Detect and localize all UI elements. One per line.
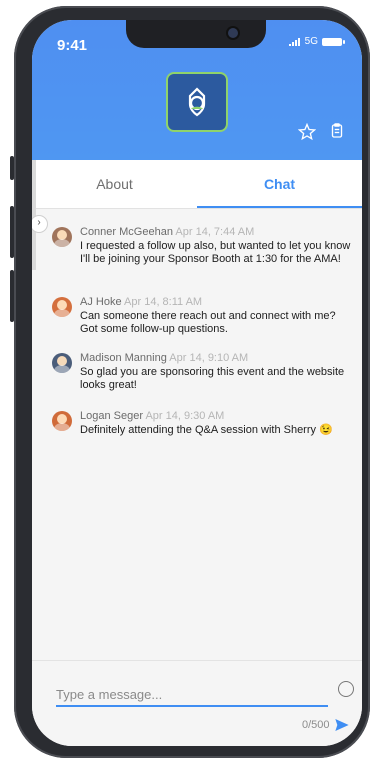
avatar [52, 353, 72, 373]
chat-message: Logan Seger Apr 14, 9:30 AM Definitely a… [52, 410, 352, 437]
status-indicators: 5G [288, 36, 345, 47]
message-input[interactable]: Type a message... [56, 685, 328, 707]
star-icon[interactable] [298, 123, 316, 141]
signal-icon [288, 37, 301, 46]
volume-down-button [10, 270, 14, 322]
chevron-right-icon[interactable]: › [32, 215, 48, 233]
tab-bar: About Chat [32, 160, 362, 209]
volume-up-button [10, 206, 14, 258]
app-header: 9:41 5G [32, 20, 362, 160]
app-logo [166, 72, 228, 132]
sender-name: Conner McGeehan [80, 226, 173, 238]
tab-about[interactable]: About [32, 160, 197, 208]
battery-icon [322, 37, 345, 46]
message-time: Apr 14, 9:30 AM [145, 410, 225, 422]
message-meta: Logan Seger Apr 14, 9:30 AM [80, 410, 333, 423]
chat-message: Madison Manning Apr 14, 9:10 AM So glad … [52, 352, 352, 392]
avatar [52, 297, 72, 317]
message-meta: AJ Hoke Apr 14, 8:11 AM [80, 296, 352, 309]
message-meta: Madison Manning Apr 14, 9:10 AM [80, 352, 352, 365]
message-time: Apr 14, 9:10 AM [169, 352, 249, 364]
message-time: Apr 14, 8:11 AM [124, 296, 203, 308]
message-composer: Type a message... 0/500 [32, 660, 362, 746]
app-screen: 9:41 5G About Chat › Conner McGeehan Apr… [32, 20, 362, 746]
message-meta: Conner McGeehan Apr 14, 7:44 AM [80, 226, 352, 239]
character-counter: 0/500 [302, 719, 330, 731]
clipboard-icon[interactable] [328, 122, 346, 140]
message-body: Madison Manning Apr 14, 9:10 AM So glad … [80, 352, 352, 392]
chat-message: AJ Hoke Apr 14, 8:11 AM Can someone ther… [52, 296, 352, 336]
message-body: Conner McGeehan Apr 14, 7:44 AM I reques… [80, 226, 352, 266]
tab-chat[interactable]: Chat [197, 160, 362, 208]
sender-name: AJ Hoke [80, 296, 122, 308]
avatar [52, 411, 72, 431]
status-time: 9:41 [57, 37, 88, 54]
notch [126, 20, 266, 48]
smile-icon[interactable] [338, 681, 354, 697]
message-body: AJ Hoke Apr 14, 8:11 AM Can someone ther… [80, 296, 352, 336]
message-text: Can someone there reach out and connect … [80, 310, 336, 335]
chat-message: Conner McGeehan Apr 14, 7:44 AM I reques… [52, 226, 352, 266]
camera [228, 28, 238, 38]
mute-button [10, 156, 14, 180]
network-label: 5G [304, 36, 318, 47]
avatar [52, 227, 72, 247]
message-text: Definitely attending the Q&A session wit… [80, 424, 333, 436]
sender-name: Logan Seger [80, 410, 143, 422]
message-text: So glad you are sponsoring this event an… [80, 366, 345, 391]
message-body: Logan Seger Apr 14, 9:30 AM Definitely a… [80, 410, 333, 437]
sender-name: Madison Manning [80, 352, 167, 364]
send-icon[interactable] [334, 717, 350, 733]
message-text: I requested a follow up also, but wanted… [80, 240, 351, 265]
message-time: Apr 14, 7:44 AM [175, 226, 255, 238]
